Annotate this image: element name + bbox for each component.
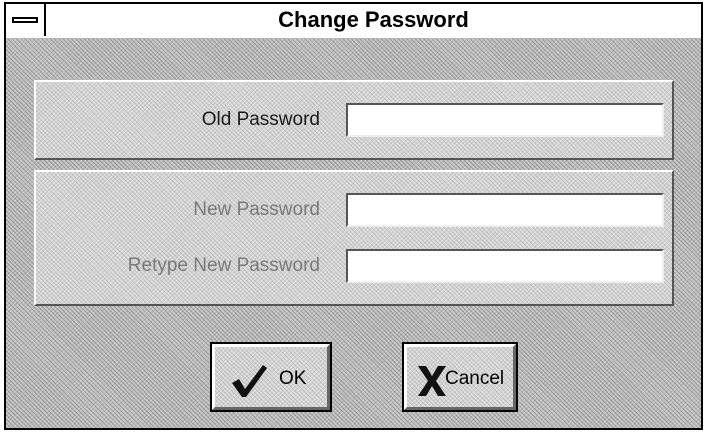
new-password-row: New Password [36, 192, 672, 228]
cancel-button[interactable]: Cancel [402, 342, 518, 412]
new-password-group: New Password Retype New Password [34, 170, 674, 306]
new-password-field[interactable] [346, 193, 664, 227]
system-menu-button[interactable] [6, 4, 46, 36]
ok-button[interactable]: OK [210, 342, 332, 412]
dialog-body: Old Password New Password Retype New Pas… [6, 38, 701, 428]
change-password-dialog: Change Password Old Password New Passwor… [4, 2, 703, 430]
old-password-field[interactable] [346, 103, 664, 137]
old-password-group: Old Password [34, 80, 674, 160]
x-icon [418, 366, 446, 396]
system-menu-icon [12, 17, 38, 23]
cancel-button-label: Cancel [445, 368, 505, 389]
ok-button-bevel: OK [212, 344, 330, 410]
old-password-row: Old Password [36, 102, 672, 138]
retype-password-field[interactable] [346, 249, 664, 283]
ok-button-label: OK [279, 368, 307, 389]
title-bar: Change Password [6, 4, 701, 40]
retype-password-label: Retype New Password [127, 255, 320, 276]
old-password-label: Old Password [201, 109, 320, 130]
checkmark-icon [232, 365, 267, 397]
dialog-title: Change Password [278, 7, 469, 32]
retype-password-row: Retype New Password [36, 248, 672, 284]
new-password-label: New Password [193, 199, 320, 220]
cancel-button-bevel: Cancel [404, 344, 516, 410]
